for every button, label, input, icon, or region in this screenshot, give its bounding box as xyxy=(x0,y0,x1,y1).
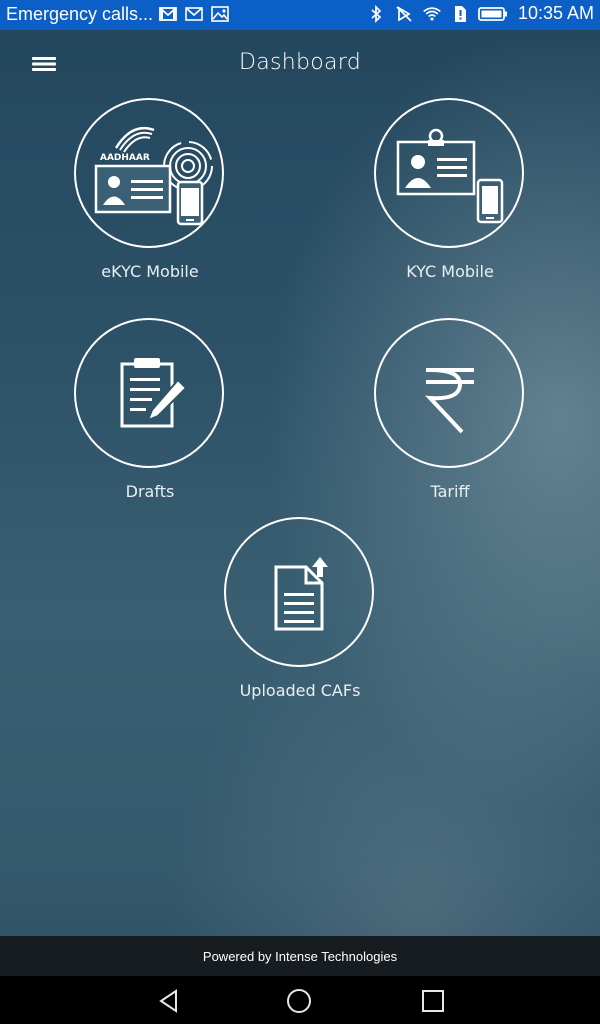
tile-label: Drafts xyxy=(125,482,175,501)
aadhaar-badge-text: AADHAAR xyxy=(100,153,150,163)
home-circle-icon[interactable] xyxy=(286,988,312,1014)
tile-label: Tariff xyxy=(430,482,470,501)
ekyc-mobile-circle: AADHAAR xyxy=(74,98,224,248)
uploaded-cafs-tile[interactable]: Uploaded CAFs xyxy=(200,517,400,717)
wifi-icon xyxy=(423,6,441,20)
rupee-icon xyxy=(425,368,474,434)
tariff-tile[interactable]: Tariff xyxy=(350,318,550,518)
drafts-circle xyxy=(74,318,224,468)
image-icon xyxy=(211,6,229,22)
vibrate-off-icon xyxy=(396,5,412,22)
clock: 10:35 AM xyxy=(517,3,594,23)
recents-square-icon[interactable] xyxy=(420,988,446,1014)
tariff-circle xyxy=(374,318,524,468)
ekyc-mobile-tile[interactable]: AADHAAR eKYC Mobile xyxy=(50,98,250,298)
notification-title: Emergency calls... xyxy=(6,4,154,24)
tile-label: KYC Mobile xyxy=(406,262,494,281)
tile-label: eKYC Mobile xyxy=(101,262,199,281)
email-icon xyxy=(185,7,203,21)
sim-alert-icon xyxy=(454,5,466,22)
page-title: Dashboard xyxy=(238,50,362,75)
clipboard-pen-icon xyxy=(120,358,188,428)
drafts-tile[interactable]: Drafts xyxy=(50,318,250,518)
footer-text: Powered by Intense Technologies xyxy=(202,948,398,964)
system-status-icons: 10:35 AM xyxy=(366,3,594,24)
notification-icons xyxy=(158,4,230,24)
status-bar: Emergency calls... 10:35 AM xyxy=(0,0,600,30)
aadhaar-card-mobile-icon: AADHAAR xyxy=(94,126,213,226)
tile-label: Uploaded CAFs xyxy=(239,681,361,700)
battery-icon xyxy=(478,6,507,21)
document-upload-icon xyxy=(274,557,328,631)
bluetooth-icon xyxy=(371,4,382,23)
id-card-mobile-icon xyxy=(396,128,504,224)
gmail-icon xyxy=(159,7,177,21)
kyc-mobile-circle xyxy=(374,98,524,248)
kyc-mobile-tile[interactable]: KYC Mobile xyxy=(350,98,550,298)
navigation-bar xyxy=(0,976,600,1024)
uploaded-cafs-circle xyxy=(224,517,374,667)
back-triangle-icon[interactable] xyxy=(156,988,182,1014)
footer-credit: Powered by Intense Technologies xyxy=(0,936,600,976)
